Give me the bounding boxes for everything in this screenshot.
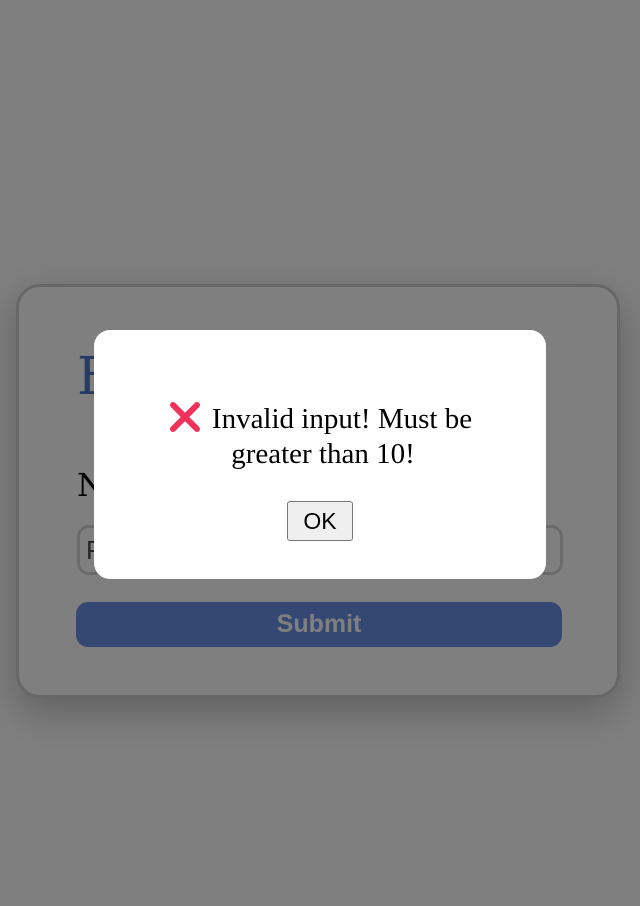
dialog-message-line1: Invalid input! Must be (211, 403, 473, 435)
ok-button[interactable]: OK (287, 501, 353, 541)
alert-dialog: Invalid input! Must be greater than 10! … (94, 330, 546, 579)
error-x-icon (169, 402, 200, 432)
page: F N Submit Invalid input! Must be greate… (0, 0, 640, 906)
dialog-message-line2: greater than 10! (231, 438, 415, 470)
dialog-message: Invalid input! Must be greater than 10! (94, 402, 546, 472)
